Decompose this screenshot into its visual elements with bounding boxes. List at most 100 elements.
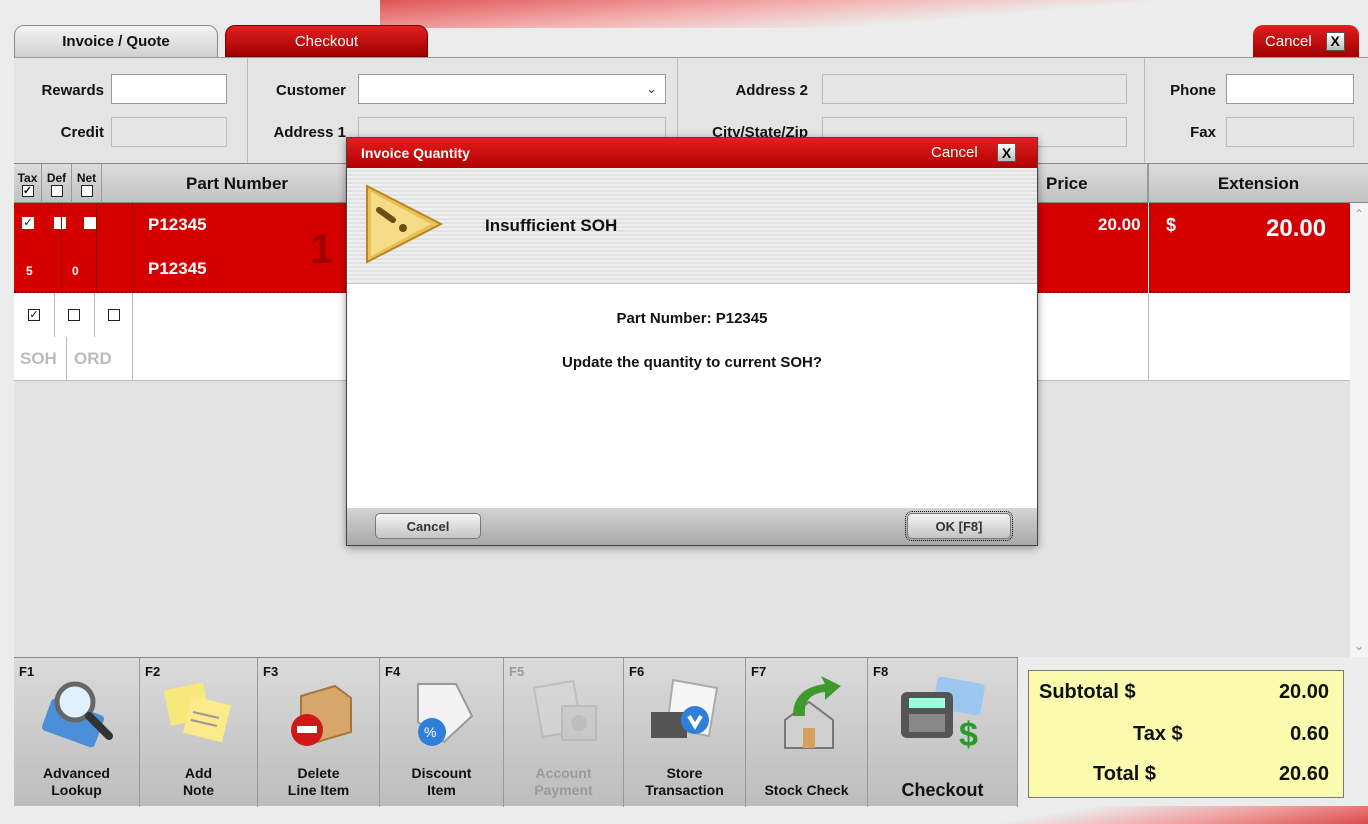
net-column-header[interactable]: Net: [72, 164, 102, 204]
function-key-number: F3: [263, 664, 279, 679]
divider: [132, 293, 133, 381]
function-key-label: Advanced Lookup: [14, 765, 139, 799]
function-key-number: F1: [19, 664, 35, 679]
svg-text:$: $: [959, 716, 978, 752]
soh-label: SOH: [20, 349, 57, 368]
def-checkbox[interactable]: [68, 309, 80, 321]
subtotal-label: Subtotal $: [1039, 681, 1136, 703]
divider: [1144, 58, 1145, 164]
function-key-label: Discount Item: [380, 765, 503, 799]
def-column-header[interactable]: Def: [42, 164, 72, 204]
def-all-checkbox[interactable]: [50, 184, 63, 197]
divider: [54, 293, 55, 337]
pos-window: Invoice / Quote Checkout Cancel X Reward…: [0, 0, 1368, 824]
dialog-cancel-link[interactable]: Cancel: [931, 144, 978, 161]
dialog-ok-button[interactable]: OK [F8]: [905, 511, 1013, 541]
scroll-up-icon[interactable]: ⌃: [1354, 207, 1364, 221]
part-number-cell: P12345: [148, 215, 207, 234]
part-number-cell-secondary: P12345: [148, 259, 207, 278]
function-key-f4[interactable]: F4% Discount Item: [380, 658, 504, 807]
divider: [1148, 203, 1149, 293]
label-line: Delete: [297, 765, 340, 781]
tab-label: Invoice / Quote: [62, 33, 170, 50]
delete-box-icon: [290, 684, 352, 746]
part-number-header[interactable]: Part Number: [132, 164, 342, 204]
function-key-f2[interactable]: F2 Add Note: [140, 658, 258, 807]
function-key-label: Add Note: [140, 765, 257, 799]
function-key-number: F5: [509, 664, 525, 679]
function-key-number: F6: [629, 664, 645, 679]
dialog-body: Part Number: P12345 Update the quantity …: [347, 284, 1037, 508]
tax-all-checkbox[interactable]: ✓: [21, 184, 34, 197]
price-header[interactable]: Price: [1038, 164, 1148, 204]
ord-label: ORD: [74, 349, 112, 368]
fax-field: [1226, 117, 1354, 147]
dialog-title: Invoice Quantity: [361, 145, 470, 161]
divider: [96, 203, 97, 293]
function-key-f1[interactable]: F1 Advanced Lookup: [14, 658, 140, 807]
dialog-header: Insufficient SOH: [347, 168, 1037, 284]
tab-label: Checkout: [294, 32, 359, 50]
net-all-checkbox[interactable]: [80, 184, 93, 197]
divider: [247, 58, 248, 164]
function-key-label: Stock Check: [746, 782, 867, 799]
divider: [94, 293, 95, 337]
dialog-cancel-button[interactable]: Cancel: [375, 513, 481, 539]
dialog-part-number: Part Number: P12345: [616, 310, 768, 327]
tab-checkout[interactable]: Checkout: [225, 25, 428, 57]
function-key-f7[interactable]: F7 Stock Check: [746, 658, 868, 807]
currency-symbol: $: [1166, 215, 1177, 235]
address2-field: [822, 74, 1127, 104]
fax-label: Fax: [1190, 124, 1216, 141]
total-label: Total $: [1093, 763, 1156, 785]
cancel-label: Cancel: [1265, 32, 1312, 50]
address2-label: Address 2: [735, 82, 808, 99]
phone-input[interactable]: [1226, 74, 1354, 104]
function-key-number: F4: [385, 664, 401, 679]
function-key-number: F7: [751, 664, 767, 679]
function-key-f3[interactable]: F3 Delete Line Item: [258, 658, 380, 807]
tab-invoice-quote[interactable]: Invoice / Quote: [14, 25, 218, 57]
net-checkbox[interactable]: [108, 309, 120, 321]
divider: [1148, 293, 1149, 381]
function-key-label: Account Payment: [504, 765, 623, 799]
label-line: Payment: [534, 782, 593, 798]
tax-checkbox[interactable]: ✓: [22, 217, 34, 229]
function-key-f5: F5 Account Payment: [504, 658, 624, 807]
tax-value: 0.60: [1290, 723, 1329, 745]
label-line: Stock Check: [764, 782, 849, 798]
rewards-label: Rewards: [41, 82, 104, 99]
window-cancel-button[interactable]: Cancel X: [1253, 25, 1359, 57]
customer-select[interactable]: ⌄: [358, 74, 666, 104]
tax-checkbox[interactable]: ✓: [28, 309, 40, 321]
price-cell: 20.00: [1098, 215, 1141, 234]
function-key-f6[interactable]: F6 Store Transaction: [624, 658, 746, 807]
house-arrow-icon: [783, 676, 841, 749]
net-checkbox[interactable]: [84, 217, 96, 229]
sticky-notes-icon: [163, 682, 231, 743]
function-key-f8[interactable]: F8 $ Checkout: [868, 658, 1018, 807]
dialog-close-icon[interactable]: X: [997, 143, 1016, 162]
extension-header[interactable]: Extension: [1148, 164, 1368, 204]
discount-tag-icon: %: [416, 683, 473, 746]
divider: [61, 203, 62, 293]
invoice-quantity-dialog: Invoice Quantity Cancel X Insufficient S…: [346, 137, 1038, 546]
tax-column-header[interactable]: Tax ✓: [14, 164, 42, 204]
chevron-down-icon: ⌄: [646, 81, 657, 96]
function-key-number: F2: [145, 664, 161, 679]
scroll-down-icon[interactable]: ⌄: [1354, 639, 1364, 653]
quantity-value[interactable]: 1: [310, 225, 333, 273]
dialog-heading: Insufficient SOH: [485, 216, 618, 235]
label-line: Advanced: [43, 765, 110, 781]
def-checkbox[interactable]: [54, 217, 66, 229]
ord-value: 0: [72, 264, 79, 278]
rewards-input[interactable]: [111, 74, 227, 104]
header-label: Tax: [17, 170, 38, 185]
header-label: Def: [46, 170, 67, 185]
credit-field: [111, 117, 227, 147]
extension-cell: 20.00: [1266, 215, 1327, 242]
close-icon[interactable]: X: [1325, 31, 1345, 51]
grid-scrollbar[interactable]: ⌃ ⌄: [1350, 203, 1368, 657]
function-key-label: Checkout: [868, 781, 1017, 799]
label-line: Lookup: [51, 782, 102, 798]
